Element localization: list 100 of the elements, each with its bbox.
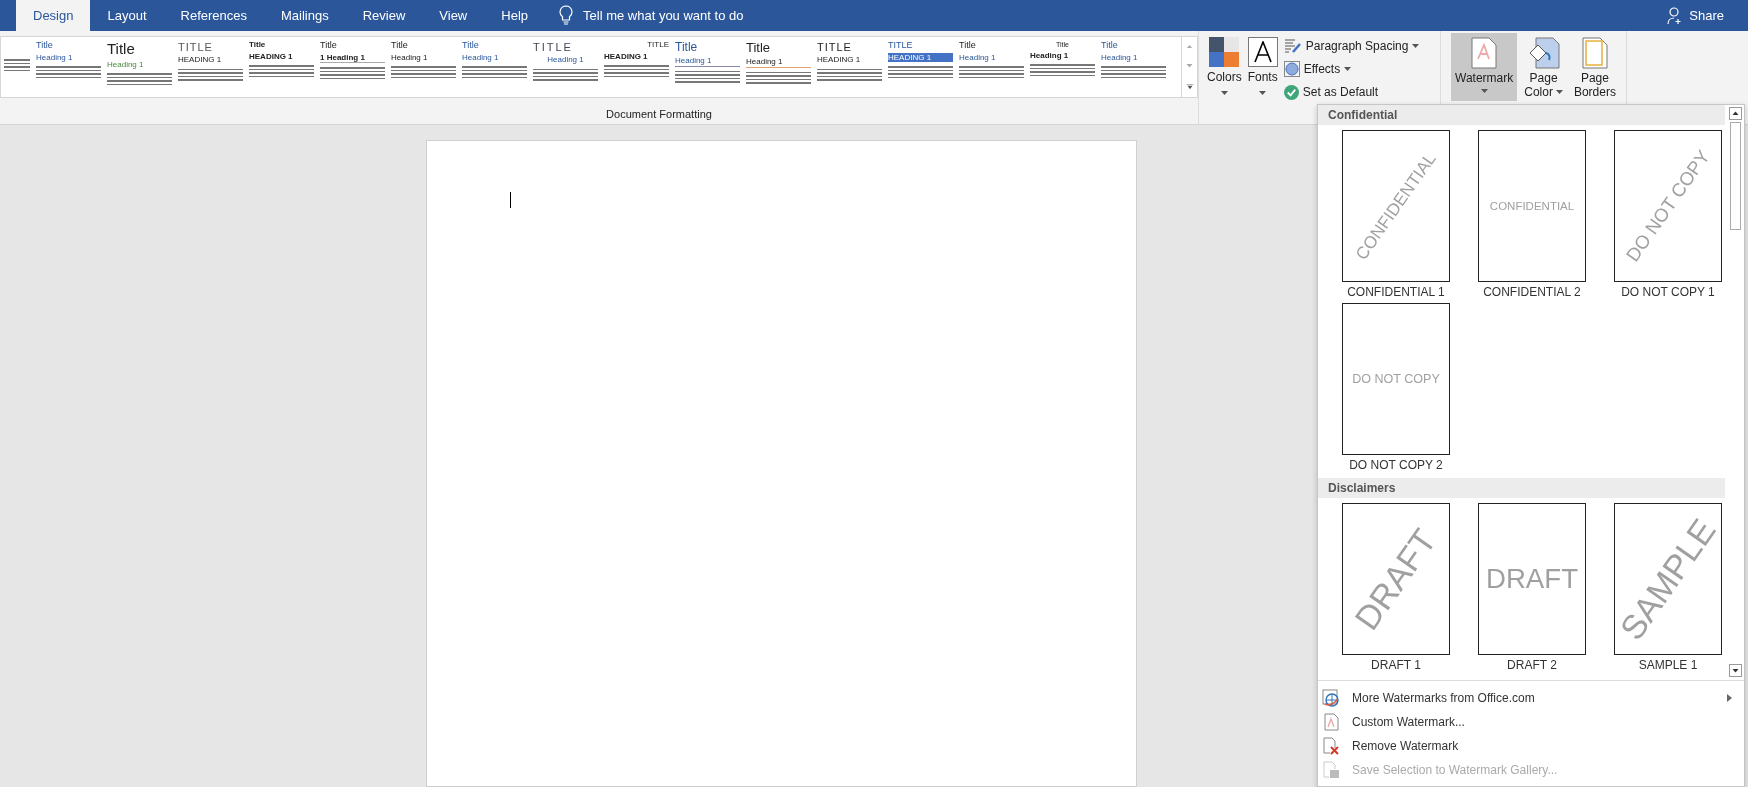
dropdown-arrow-icon bbox=[1344, 67, 1352, 71]
thumbnail-title: TITLE bbox=[178, 41, 214, 54]
share-button[interactable]: Share bbox=[1667, 0, 1748, 31]
thumbnail-heading: HEADING 1 bbox=[178, 55, 223, 65]
style-thumbnail[interactable]: Title 1 Heading 1 bbox=[317, 37, 388, 97]
watermark-button[interactable]: Watermark bbox=[1451, 33, 1518, 101]
style-thumbnail[interactable]: Title Heading 1 bbox=[1098, 37, 1169, 97]
thumbnail-title: Title bbox=[746, 41, 772, 56]
watermark-page-icon bbox=[1471, 37, 1498, 69]
style-thumbnail[interactable]: Title Heading 1 bbox=[388, 37, 459, 97]
thumbnail-title: TITLE bbox=[888, 41, 914, 51]
thumbnail-title: Title bbox=[249, 41, 267, 50]
person-add-icon bbox=[1667, 6, 1684, 25]
fonts-button[interactable]: Fonts bbox=[1247, 37, 1278, 101]
thumbnail-heading: Heading 1 bbox=[391, 52, 429, 63]
watermark-preview: DRAFT bbox=[1478, 503, 1586, 655]
style-thumbnail[interactable]: TITLE HEADING 1 bbox=[175, 37, 246, 97]
watermark-page-icon bbox=[1322, 713, 1340, 731]
menu-item[interactable]: More Watermarks from Office.com bbox=[1318, 686, 1744, 710]
page-borders-button[interactable]: Page Borders bbox=[1569, 33, 1620, 101]
checkmark-icon bbox=[1283, 84, 1299, 100]
paint-bucket-page-icon bbox=[1527, 37, 1560, 69]
thumbnail-heading: Heading 1 bbox=[546, 55, 585, 65]
watermark-option[interactable]: CONFIDENTIAL CONFIDENTIAL 2 bbox=[1464, 130, 1600, 299]
text-cursor bbox=[510, 192, 511, 208]
lightbulb-icon bbox=[559, 5, 573, 25]
remove-watermark-icon bbox=[1322, 737, 1340, 755]
save-page-icon bbox=[1322, 761, 1340, 779]
ribbon-tab[interactable]: Design bbox=[16, 0, 91, 31]
section-header: Confidential bbox=[1318, 105, 1725, 125]
style-thumbnail[interactable]: Title HEADING 1 bbox=[246, 37, 317, 97]
thumbnail-heading: Heading 1 bbox=[959, 52, 997, 63]
style-thumbnail[interactable]: TITLE HEADING 1 bbox=[601, 37, 672, 97]
submenu-arrow-icon bbox=[1727, 694, 1732, 702]
thumbnail-heading: Heading 1 bbox=[746, 57, 811, 68]
color-palette-icon bbox=[1209, 37, 1240, 67]
page-border-icon bbox=[1581, 37, 1608, 69]
thumbnail-heading: Heading 1 bbox=[462, 52, 500, 63]
globe-page-icon bbox=[1322, 689, 1340, 707]
paragraph-spacing-icon bbox=[1283, 38, 1302, 54]
thumbnail-title: TITLE bbox=[817, 41, 853, 54]
style-thumbnail[interactable]: Title Heading 1 bbox=[743, 37, 814, 97]
thumbnail-heading: Heading 1 bbox=[675, 56, 740, 67]
effects-button[interactable]: Effects bbox=[1283, 60, 1420, 78]
dropdown-arrow-icon bbox=[1259, 91, 1267, 95]
thumbnail-title: Title bbox=[107, 41, 136, 58]
dropdown-arrow-icon bbox=[1555, 89, 1563, 94]
style-thumbnail[interactable]: Title Heading 1 bbox=[33, 37, 104, 97]
thumbnail-heading: Heading 1 bbox=[36, 52, 74, 63]
style-thumbnail[interactable]: Title Heading 1 bbox=[104, 37, 175, 97]
menu-item[interactable]: Custom Watermark... bbox=[1318, 710, 1744, 734]
style-thumbnail[interactable]: TITLE HEADING 1 bbox=[885, 37, 956, 97]
thumbnail-heading: Heading 1 bbox=[107, 59, 145, 70]
font-letter-icon bbox=[1247, 37, 1278, 67]
style-thumbnail[interactable]: Title Heading 1 bbox=[459, 37, 530, 97]
thumbnail-heading: 1 Heading 1 bbox=[320, 52, 385, 64]
paragraph-spacing-button[interactable]: Paragraph Spacing bbox=[1283, 37, 1420, 55]
scroll-down-icon[interactable] bbox=[1729, 664, 1742, 677]
thumbnail-title: Title bbox=[675, 41, 699, 55]
ribbon-tab[interactable]: References bbox=[163, 0, 264, 31]
thumbnail-title: Title bbox=[462, 41, 480, 51]
more-icon[interactable] bbox=[1185, 83, 1194, 89]
effects-icon bbox=[1283, 61, 1300, 77]
scroll-up-icon[interactable] bbox=[1729, 107, 1742, 120]
ribbon-tab[interactable]: Layout bbox=[90, 0, 164, 31]
watermark-option[interactable]: DRAFT DRAFT 2 bbox=[1464, 503, 1600, 672]
menu-item[interactable]: Remove Watermark bbox=[1318, 734, 1744, 758]
page-color-button[interactable]: Page Color bbox=[1520, 33, 1567, 101]
style-thumbnail[interactable]: TITLE HEADING 1 bbox=[814, 37, 885, 97]
tell-me-field[interactable]: Tell me what you want to do bbox=[583, 0, 744, 31]
thumbnail-heading: HEADING 1 bbox=[604, 51, 649, 62]
dropdown-arrow-icon bbox=[1412, 44, 1420, 48]
thumbnail-heading: HEADING 1 bbox=[249, 51, 294, 62]
scrollbar-thumb[interactable] bbox=[1730, 122, 1741, 230]
ribbon-tab[interactable]: Mailings bbox=[264, 0, 346, 31]
thumbnail-title: TITLE bbox=[646, 41, 669, 50]
colors-button[interactable]: Colors bbox=[1207, 37, 1242, 101]
section-header: Disclaimers bbox=[1318, 478, 1725, 498]
thumbnail-heading: Heading 1 bbox=[1101, 52, 1139, 63]
thumbnail-title: Title bbox=[391, 41, 409, 51]
thumbnail-title: Title bbox=[959, 41, 977, 51]
style-thumbnail[interactable]: TITLE Heading 1 bbox=[530, 37, 601, 97]
set-as-default-button[interactable]: Set as Default bbox=[1283, 83, 1420, 101]
thumbnail-title: Title bbox=[1101, 41, 1119, 51]
watermark-preview: DO NOT COPY bbox=[1342, 303, 1450, 455]
watermark-option[interactable]: DO NOT COPY DO NOT COPY 2 bbox=[1328, 303, 1464, 472]
ribbon-tab[interactable]: Review bbox=[345, 0, 423, 31]
thumbnail-title: TITLE bbox=[533, 41, 574, 54]
style-thumbnail[interactable]: Title Heading 1 bbox=[672, 37, 743, 97]
thumbnail-title: Title bbox=[320, 41, 338, 51]
thumbnail-heading: HEADING 1 bbox=[888, 52, 953, 63]
thumbnail-heading: Heading 1 bbox=[1030, 50, 1070, 61]
group-label: Document Formatting bbox=[605, 108, 713, 120]
thumbnail-title: Title bbox=[36, 41, 54, 51]
watermark-preview: CONFIDENTIAL bbox=[1478, 130, 1586, 282]
dropdown-arrow-icon bbox=[1480, 89, 1488, 94]
ribbon-tab[interactable]: Help bbox=[484, 0, 545, 31]
style-thumbnail[interactable]: Title Heading 1 bbox=[956, 37, 1027, 97]
thumbnail-heading: HEADING 1 bbox=[817, 55, 862, 65]
ribbon-tab[interactable]: View bbox=[422, 0, 485, 31]
